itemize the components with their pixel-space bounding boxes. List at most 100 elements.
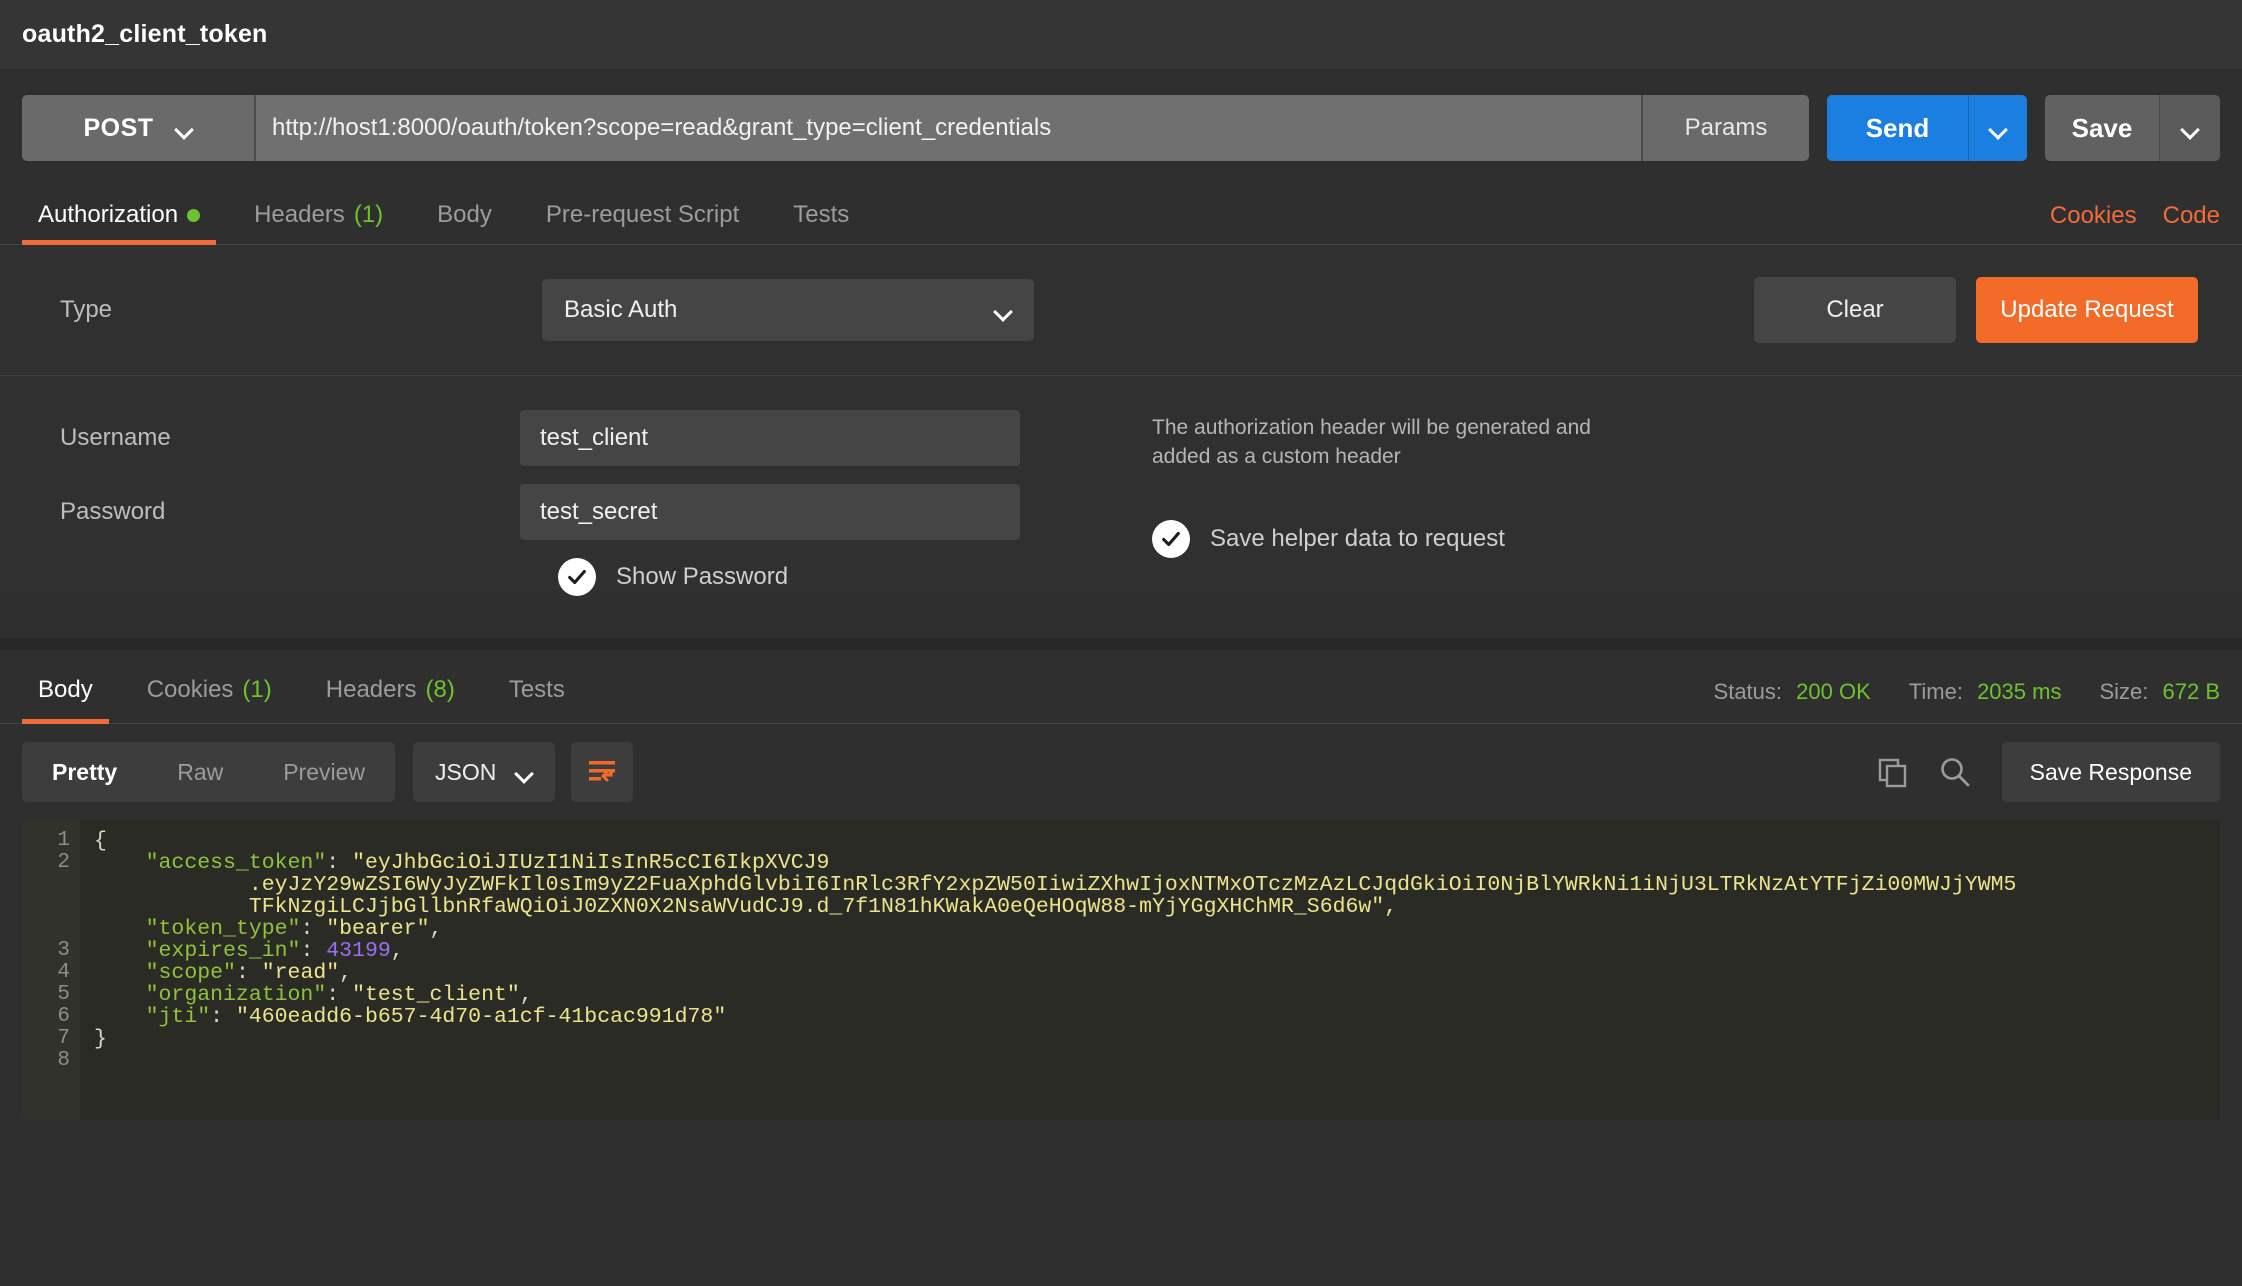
params-button[interactable]: Params — [1641, 95, 1809, 161]
tab-body[interactable]: Body — [421, 186, 508, 244]
tab-label: Body — [437, 201, 492, 229]
status-key: Status: — [1714, 679, 1782, 704]
code-link[interactable]: Code — [2163, 202, 2220, 230]
chevron-down-icon — [995, 305, 1012, 315]
time-value: 2035 ms — [1977, 679, 2061, 704]
tab-count: (1) — [354, 201, 383, 229]
url-bar-section: POST http://host1:8000/oauth/token?scope… — [0, 70, 2242, 161]
json-key-scope: "scope" — [146, 961, 236, 985]
auth-action-buttons: Clear Update Request — [1754, 277, 2220, 343]
authorization-panel: Type Basic Auth Clear Update Request Use… — [0, 245, 2242, 596]
auth-helper-text: The authorization header will be generat… — [1152, 414, 1591, 472]
json-key-token-type: "token_type" — [146, 917, 301, 941]
view-mode-pretty[interactable]: Pretty — [22, 742, 147, 802]
line-number: 7 — [22, 1028, 80, 1050]
json-close-brace: } — [94, 1027, 107, 1051]
check-icon — [1160, 528, 1182, 550]
show-password-checkbox[interactable] — [558, 558, 596, 596]
cookies-link[interactable]: Cookies — [2050, 202, 2137, 230]
tab-count: (1) — [242, 676, 271, 704]
word-wrap-button[interactable] — [571, 742, 633, 802]
clear-button[interactable]: Clear — [1754, 277, 1956, 343]
auth-type-label: Type — [22, 296, 542, 324]
password-input[interactable]: test_secret — [520, 484, 1020, 540]
save-response-button[interactable]: Save Response — [2002, 742, 2220, 802]
auth-helper-column: The authorization header will be generat… — [1122, 410, 1591, 596]
status-value: 200 OK — [1796, 679, 1871, 704]
check-icon — [566, 566, 588, 588]
response-meta: Status: 200 OK Time: 2035 ms Size: 672 B — [1714, 679, 2220, 723]
line-number: 6 — [22, 1006, 80, 1028]
json-value-scope: "read" — [262, 961, 339, 985]
send-button[interactable]: Send — [1827, 95, 1968, 161]
line-number: 5 — [22, 984, 80, 1006]
response-toolbar-right: Save Response — [1876, 742, 2220, 802]
response-tab-body[interactable]: Body — [22, 657, 109, 723]
format-select[interactable]: JSON — [413, 742, 555, 802]
copy-icon[interactable] — [1876, 756, 1908, 788]
json-value-token-type: "bearer" — [326, 917, 429, 941]
response-tab-cookies[interactable]: Cookies (1) — [131, 657, 288, 723]
auth-type-value: Basic Auth — [564, 296, 995, 324]
tab-tests[interactable]: Tests — [777, 186, 865, 244]
response-body-viewer[interactable]: 1 2 3 4 5 6 7 8 { "access_token": "eyJhb… — [22, 820, 2220, 1120]
json-key-access-token: "access_token" — [146, 851, 327, 875]
show-password-row[interactable]: Show Password — [558, 558, 1122, 596]
http-method-label: POST — [83, 114, 153, 143]
time-key: Time: — [1909, 679, 1963, 704]
line-number: 4 — [22, 962, 80, 984]
json-value-jti: "460eadd6-b657-4d70-a1cf-41bcac991d78" — [236, 1005, 726, 1029]
send-button-group: Send — [1827, 95, 2027, 161]
status-dot-icon — [187, 209, 200, 222]
json-key-organization: "organization" — [146, 983, 327, 1007]
chevron-down-icon — [2182, 123, 2199, 133]
json-key-expires-in: "expires_in" — [146, 939, 301, 963]
password-label: Password — [22, 498, 520, 526]
search-icon[interactable] — [1938, 755, 1972, 789]
line-number: 2 — [22, 852, 80, 940]
line-number-gutter: 1 2 3 4 5 6 7 8 — [22, 820, 80, 1120]
page-title: oauth2_client_token — [22, 20, 268, 49]
show-password-label: Show Password — [616, 563, 788, 591]
chevron-down-icon — [176, 123, 193, 133]
tab-pre-request-script[interactable]: Pre-request Script — [530, 186, 755, 244]
save-helper-label: Save helper data to request — [1210, 525, 1505, 553]
credentials-column: Username test_client Password test_secre… — [22, 410, 1122, 596]
size-value: 672 B — [2163, 679, 2221, 704]
response-tab-tests[interactable]: Tests — [493, 657, 581, 723]
line-number: 8 — [22, 1050, 80, 1072]
json-value-access-token-2: .eyJzY29wZSI6WyJyZWFkIl0sIm9yZ2FuaXphdGl… — [249, 873, 2017, 897]
view-mode-raw[interactable]: Raw — [147, 742, 253, 802]
send-options-button[interactable] — [1968, 95, 2027, 161]
save-helper-checkbox[interactable] — [1152, 520, 1190, 558]
update-request-button[interactable]: Update Request — [1976, 277, 2198, 343]
tab-label: Authorization — [38, 201, 178, 229]
response-tabs: Body Cookies (1) Headers (8) Tests Statu… — [0, 650, 2242, 724]
tab-label: Pre-request Script — [546, 201, 739, 229]
json-code: { "access_token": "eyJhbGciOiJIUzI1NiIsI… — [80, 820, 2220, 1120]
tab-label: Headers — [254, 201, 345, 229]
view-mode-group: Pretty Raw Preview — [22, 742, 395, 802]
view-mode-preview[interactable]: Preview — [253, 742, 395, 802]
tab-label: Tests — [509, 676, 565, 704]
auth-credentials-section: Username test_client Password test_secre… — [0, 376, 2242, 596]
response-toolbar: Pretty Raw Preview JSON Save — [0, 724, 2242, 820]
time-badge: Time: 2035 ms — [1909, 679, 2062, 705]
response-tab-headers[interactable]: Headers (8) — [310, 657, 471, 723]
save-helper-row[interactable]: Save helper data to request — [1152, 520, 1591, 558]
request-title-bar: oauth2_client_token — [0, 0, 2242, 70]
save-button[interactable]: Save — [2045, 95, 2159, 161]
username-input[interactable]: test_client — [520, 410, 1020, 466]
url-bar: POST http://host1:8000/oauth/token?scope… — [22, 95, 2220, 161]
json-value-organization: "test_client" — [352, 983, 520, 1007]
tab-headers[interactable]: Headers (1) — [238, 186, 399, 244]
panel-separator — [0, 638, 2242, 650]
save-options-button[interactable] — [2159, 95, 2220, 161]
http-method-selector[interactable]: POST — [22, 95, 254, 161]
tab-authorization[interactable]: Authorization — [22, 186, 216, 244]
json-value-access-token-1: "eyJhbGciOiJIUzI1NiIsInR5cCI6IkpXVCJ9 — [352, 851, 829, 875]
url-input[interactable]: http://host1:8000/oauth/token?scope=read… — [254, 95, 1641, 161]
json-value-expires-in: 43199 — [326, 939, 391, 963]
auth-type-select[interactable]: Basic Auth — [542, 279, 1034, 341]
username-label: Username — [22, 424, 520, 452]
